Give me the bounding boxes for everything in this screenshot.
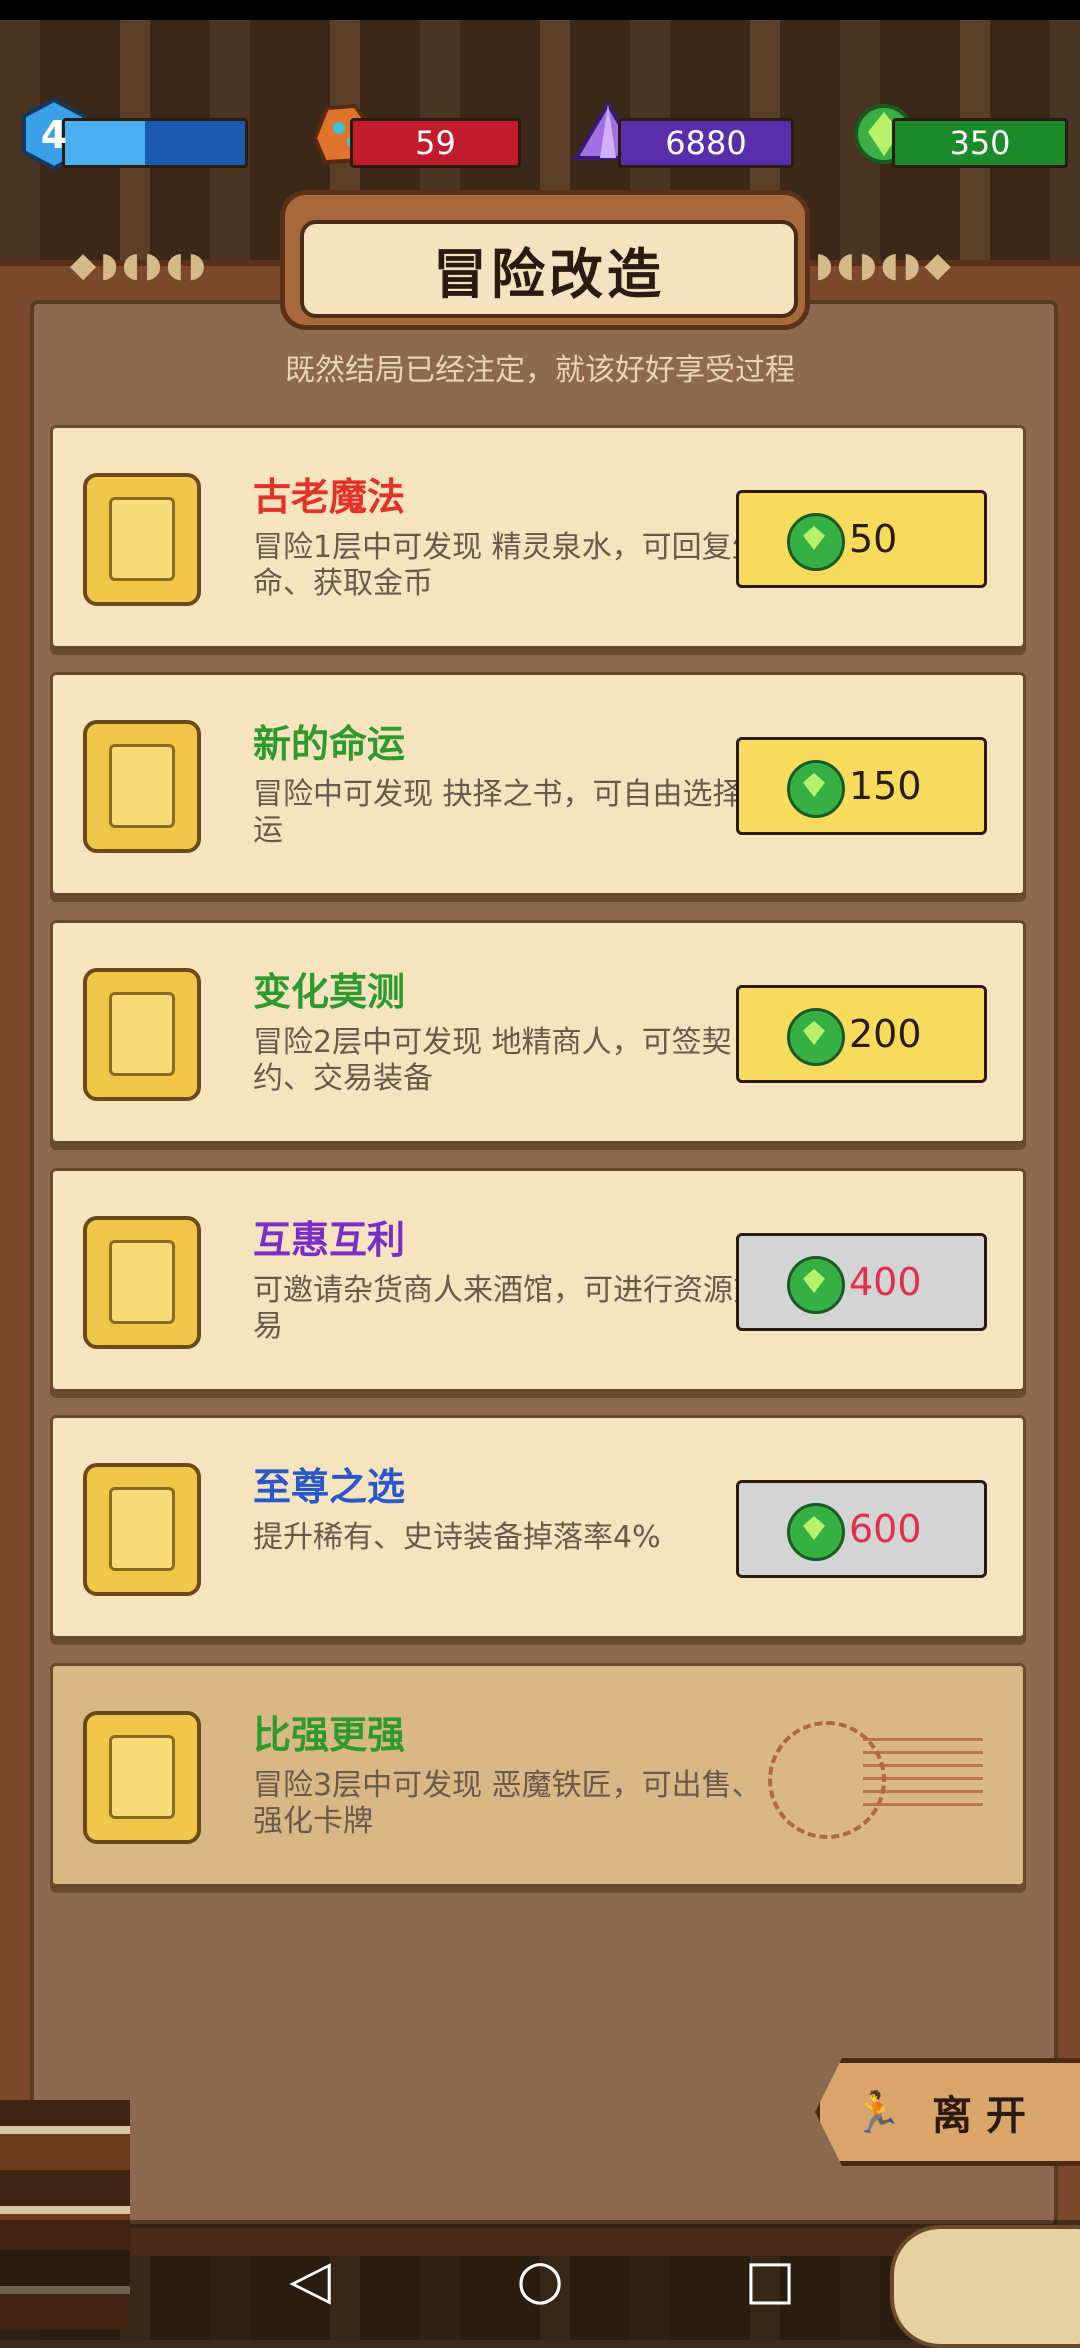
upgrade-card[interactable]: 古老魔法冒险1层中可发现 精灵泉水，可回复生命、获取金币 50 xyxy=(50,425,1026,649)
title-banner: 冒险改造 xyxy=(300,220,798,318)
fountain-icon xyxy=(83,473,201,606)
left-ornament-icon: ◆◗◖◗◖◗ xyxy=(70,245,210,285)
scroll-inner xyxy=(109,1735,175,1819)
price-value: 400 xyxy=(849,1260,922,1304)
gem-value: 350 xyxy=(949,124,1011,162)
card-description: 提升稀有、史诗装备掉落率4% xyxy=(253,1520,661,1555)
buy-button[interactable]: 50 xyxy=(736,490,987,588)
buy-button[interactable]: 150 xyxy=(736,737,987,835)
leave-label: 离开 xyxy=(932,2093,1040,2139)
card-title: 至尊之选 xyxy=(253,1465,406,1509)
gem-icon xyxy=(787,513,845,571)
right-ornament-icon: ◗◖◗◖◗◆ xyxy=(815,245,955,285)
card-title: 古老魔法 xyxy=(253,475,406,519)
price-value: 50 xyxy=(849,517,898,561)
upgrade-card[interactable]: 至尊之选提升稀有、史诗装备掉落率4% 600 xyxy=(50,1415,1026,1639)
buy-button[interactable]: 200 xyxy=(736,985,987,1083)
price-value: 200 xyxy=(849,1012,922,1056)
card-title: 互惠互利 xyxy=(253,1218,406,1262)
card-description: 冒险2层中可发现 地精商人，可签契约、交易装备 xyxy=(253,1025,732,1096)
upgrade-card[interactable]: 变化莫测冒险2层中可发现 地精商人，可签契约、交易装备 200 xyxy=(50,920,1026,1144)
leave-button[interactable]: 🏃 离开 xyxy=(815,2058,1080,2166)
nav-home-icon[interactable]: ○ xyxy=(505,2245,575,2315)
running-man-icon: 🏃 xyxy=(852,2089,902,2136)
upgrade-card[interactable]: 互惠互利可邀请杂货商人来酒馆，可进行资源交易 400 xyxy=(50,1168,1026,1392)
status-bar xyxy=(0,0,1080,20)
gem-icon xyxy=(787,1008,845,1066)
upgrade-card[interactable]: 新的命运冒险中可发现 抉择之书，可自由选择命运 150 xyxy=(50,672,1026,896)
crystal-counter: 6880 xyxy=(618,118,794,168)
ore-value: 59 xyxy=(415,124,456,162)
scroll-inner xyxy=(109,497,175,581)
scroll-decoration xyxy=(890,2225,1080,2348)
postmark-lines xyxy=(863,1736,983,1816)
card-title: 新的命运 xyxy=(253,722,406,766)
card-title: 比强更强 xyxy=(253,1713,406,1757)
nav-recent-icon[interactable]: □ xyxy=(735,2245,805,2315)
price-value: 150 xyxy=(849,764,922,808)
nav-back-icon[interactable]: ◁ xyxy=(275,2245,345,2315)
upgrade-card[interactable]: 比强更强冒险3层中可发现 恶魔铁匠，可出售、强化卡牌 xyxy=(50,1663,1026,1887)
page-title: 冒险改造 xyxy=(433,242,665,306)
level-value: 4 xyxy=(40,113,68,157)
scroll-inner xyxy=(109,1487,175,1571)
scroll-inner xyxy=(109,1240,175,1324)
card-description: 冒险3层中可发现 恶魔铁匠，可出售、强化卡牌 xyxy=(253,1768,762,1839)
dice-icon xyxy=(83,1463,201,1596)
top-hat-icon xyxy=(83,1216,201,1349)
crystal-value: 6880 xyxy=(665,124,747,162)
scroll-inner xyxy=(109,744,175,828)
gem-icon xyxy=(787,1256,845,1314)
gem-icon xyxy=(787,760,845,818)
scroll-icon xyxy=(83,1711,201,1844)
contract-icon xyxy=(83,968,201,1101)
ore-counter: 59 xyxy=(350,118,521,168)
buy-button[interactable]: 600 xyxy=(736,1480,987,1578)
card-title: 变化莫测 xyxy=(253,970,406,1014)
buy-button[interactable]: 400 xyxy=(736,1233,987,1331)
scroll-inner xyxy=(109,992,175,1076)
card-description: 冒险1层中可发现 精灵泉水，可回复生命、获取金币 xyxy=(253,530,762,601)
gem-counter: 350 xyxy=(892,118,1068,168)
price-value: 600 xyxy=(849,1507,922,1551)
book-icon xyxy=(83,720,201,853)
card-description: 冒险中可发现 抉择之书，可自由选择命运 xyxy=(253,777,773,848)
card-description: 可邀请杂货商人来酒馆，可进行资源交易 xyxy=(253,1273,763,1344)
gem-icon xyxy=(787,1503,845,1561)
page-subtitle: 既然结局已经注定，就该好好享受过程 xyxy=(285,353,795,388)
